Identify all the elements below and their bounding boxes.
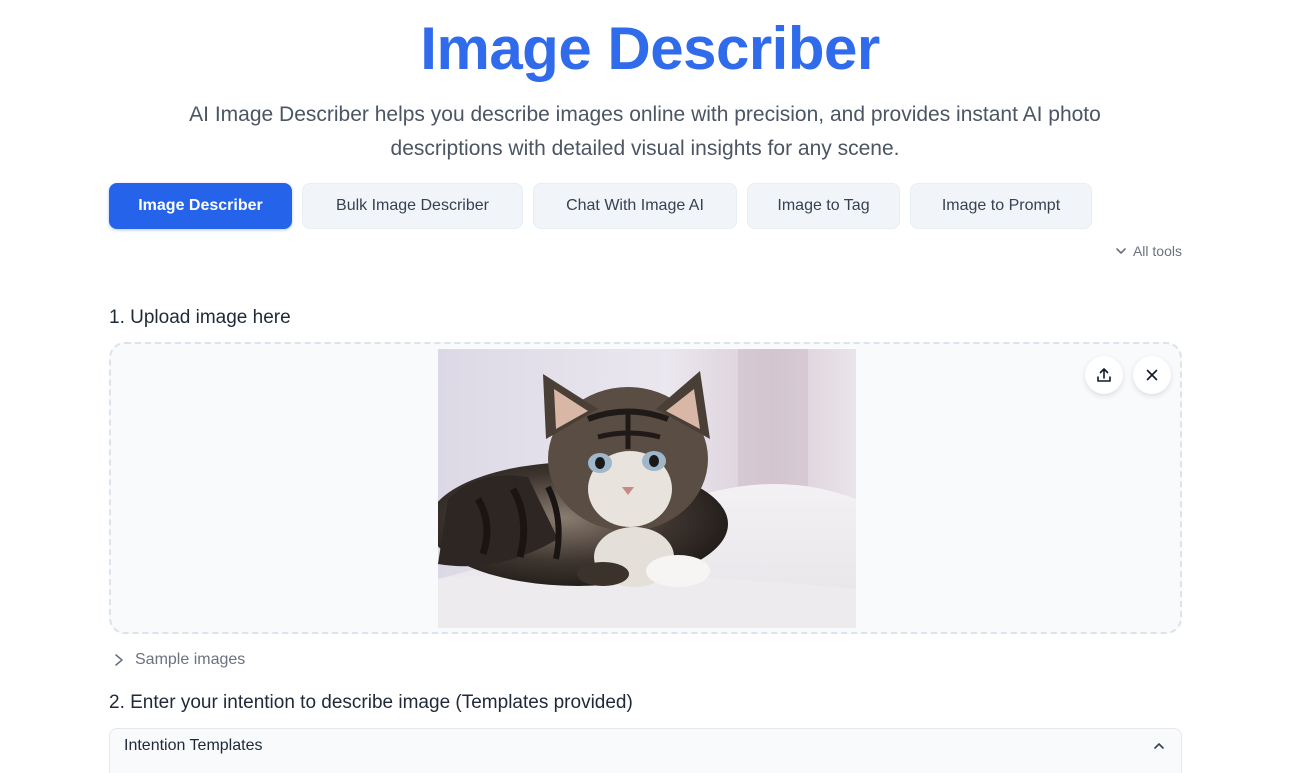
- tab-image-describer[interactable]: Image Describer: [109, 183, 292, 229]
- all-tools-toggle[interactable]: All tools: [1115, 243, 1182, 259]
- chevron-right-icon: [115, 654, 123, 666]
- tool-tabs: Image Describer Bulk Image Describer Cha…: [109, 183, 1092, 229]
- intention-templates-label: Intention Templates: [124, 737, 263, 754]
- tab-image-to-prompt[interactable]: Image to Prompt: [910, 183, 1092, 229]
- kitten-photo: [438, 349, 856, 628]
- tab-image-to-tag[interactable]: Image to Tag: [747, 183, 900, 229]
- intention-step-label: 2. Enter your intention to describe imag…: [109, 692, 633, 713]
- uploaded-image: [438, 349, 856, 628]
- tab-chat-with-image-ai[interactable]: Chat With Image AI: [533, 183, 737, 229]
- remove-image-button[interactable]: [1133, 356, 1171, 394]
- upload-button[interactable]: [1085, 356, 1123, 394]
- sample-images-toggle[interactable]: Sample images: [113, 651, 245, 669]
- close-icon: [1146, 369, 1158, 381]
- image-dropzone[interactable]: [109, 342, 1182, 634]
- intention-templates-dropdown[interactable]: Intention Templates: [109, 728, 1182, 773]
- upload-step-label: 1. Upload image here: [109, 307, 291, 328]
- page-subtitle: AI Image Describer helps you describe im…: [189, 103, 1101, 160]
- chevron-up-icon: [1154, 743, 1164, 749]
- sample-images-label: Sample images: [135, 651, 246, 668]
- upload-icon: [1097, 368, 1111, 382]
- chevron-down-icon: [1116, 248, 1126, 254]
- page-title: Image Describer: [420, 15, 880, 82]
- tab-bulk-image-describer[interactable]: Bulk Image Describer: [302, 183, 523, 229]
- all-tools-label: All tools: [1132, 243, 1182, 259]
